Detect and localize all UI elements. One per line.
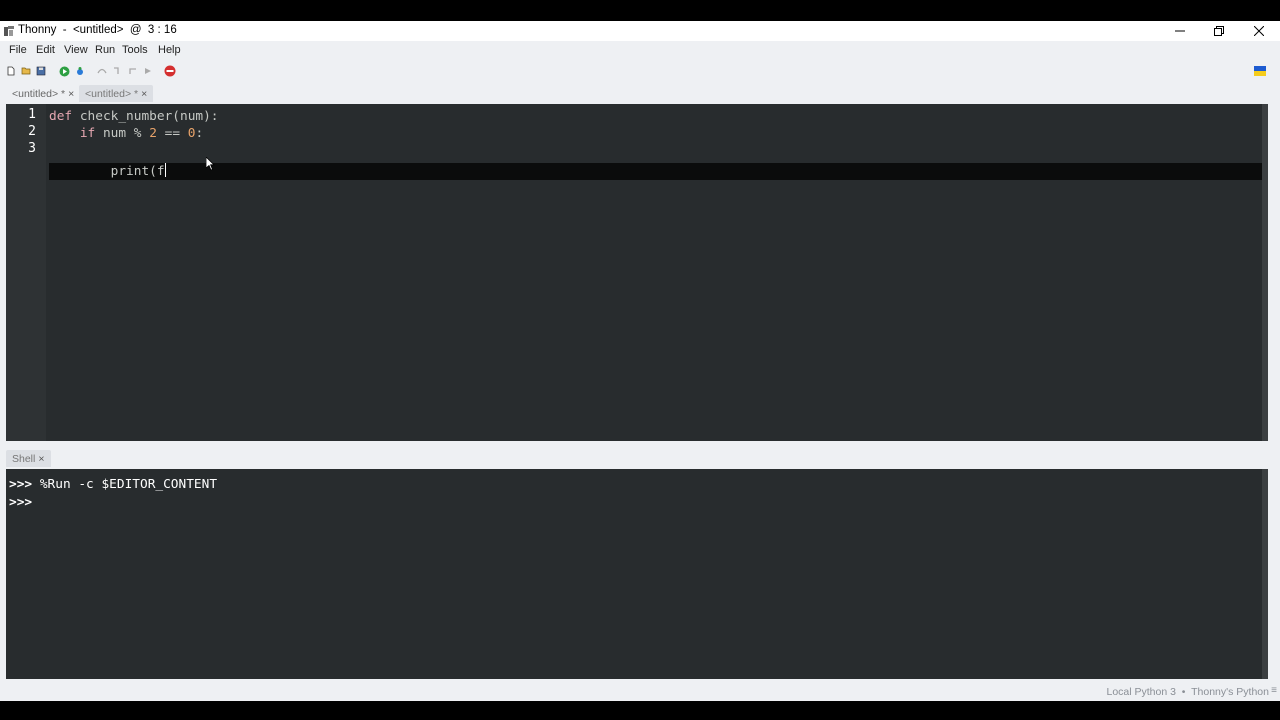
toolbar [0, 60, 1280, 82]
close-window-button[interactable] [1239, 21, 1279, 41]
line-number: 3 [28, 141, 36, 156]
tab-label: <untitled> * [85, 88, 139, 100]
line-number: 2 [28, 124, 36, 139]
editor-tab-bar: <untitled> * × <untitled> * × [0, 82, 1280, 104]
number-literal: 2 [149, 126, 157, 141]
tab-label: Shell [12, 453, 36, 465]
tab-untitled-1[interactable]: <untitled> * × [6, 85, 80, 102]
shell-line[interactable]: >>> [9, 494, 32, 511]
keyword: def [49, 109, 73, 124]
tab-shell[interactable]: Shell × [6, 450, 51, 467]
close-tab-icon[interactable]: × [38, 453, 44, 465]
window-title: Thonny - <untitled> @ 3 : 16 [18, 24, 177, 36]
menu-edit[interactable]: Edit [36, 44, 55, 56]
tab-untitled-2[interactable]: <untitled> * × [79, 85, 154, 102]
current-code-line[interactable]: print(f [49, 163, 1262, 180]
step-over-icon[interactable] [95, 64, 109, 78]
line-number-gutter: 1 2 3 [6, 104, 46, 441]
pane-divider[interactable] [0, 441, 1280, 448]
menu-bar: File Edit View Run Tools Help [0, 41, 1280, 60]
menu-tools[interactable]: Tools [122, 44, 148, 56]
ukraine-flag-icon[interactable] [1253, 64, 1267, 78]
code-text: num % [95, 126, 150, 141]
status-bar: Local Python 3 • Thonny's Python ≡ [0, 682, 1280, 701]
code-text: check_number(num): [72, 109, 219, 124]
thonny-window: Thonny - <untitled> @ 3 : 16 File Edit V… [0, 21, 1280, 701]
menu-view[interactable]: View [64, 44, 88, 56]
code-line[interactable]: if num % 2 == 0: [49, 125, 203, 142]
shell-prompt: >>> [9, 495, 33, 510]
resize-grip-icon[interactable]: ≡ [1271, 685, 1277, 696]
mouse-pointer-icon [206, 157, 215, 171]
thonny-icon [3, 25, 15, 37]
open-file-icon[interactable] [19, 64, 33, 78]
code-text: == [156, 126, 188, 141]
step-into-icon[interactable] [110, 64, 124, 78]
code-editor[interactable]: 1 2 3 def check_number(num): if num % 2 … [6, 104, 1268, 441]
editor-scrollbar[interactable] [1262, 104, 1268, 441]
interpreter-status[interactable]: Local Python 3 • Thonny's Python [1106, 686, 1269, 698]
stop-icon[interactable] [163, 64, 177, 78]
keyword: if [79, 126, 96, 141]
shell-console[interactable]: >>> %Run -c $EDITOR_CONTENT >>> [6, 469, 1262, 679]
code-text: : [195, 126, 204, 141]
menu-help[interactable]: Help [158, 44, 181, 56]
shell-scrollbar[interactable] [1262, 469, 1268, 679]
text-cursor [164, 163, 166, 177]
step-out-icon[interactable] [126, 64, 140, 78]
title-bar: Thonny - <untitled> @ 3 : 16 [0, 21, 1280, 41]
resume-icon[interactable] [141, 64, 155, 78]
shell-tab-bar: Shell × [0, 448, 1280, 469]
tab-label: <untitled> * [12, 88, 66, 100]
restore-button[interactable] [1199, 21, 1239, 41]
minimize-button[interactable] [1160, 21, 1200, 41]
new-file-icon[interactable] [4, 64, 18, 78]
shell-command: %Run -c $EDITOR_CONTENT [32, 477, 218, 492]
menu-run[interactable]: Run [95, 44, 115, 56]
code-line[interactable]: def check_number(num): [49, 108, 219, 125]
close-tab-icon[interactable]: × [68, 88, 74, 100]
debug-icon[interactable] [73, 64, 87, 78]
code-text: print(f [110, 164, 165, 179]
shell-line: >>> %Run -c $EDITOR_CONTENT [9, 476, 217, 493]
shell-prompt: >>> [9, 477, 33, 492]
line-number: 1 [28, 107, 36, 122]
save-icon[interactable] [34, 64, 48, 78]
run-icon[interactable] [57, 64, 71, 78]
menu-file[interactable]: File [9, 44, 27, 56]
close-tab-icon[interactable]: × [141, 88, 147, 100]
